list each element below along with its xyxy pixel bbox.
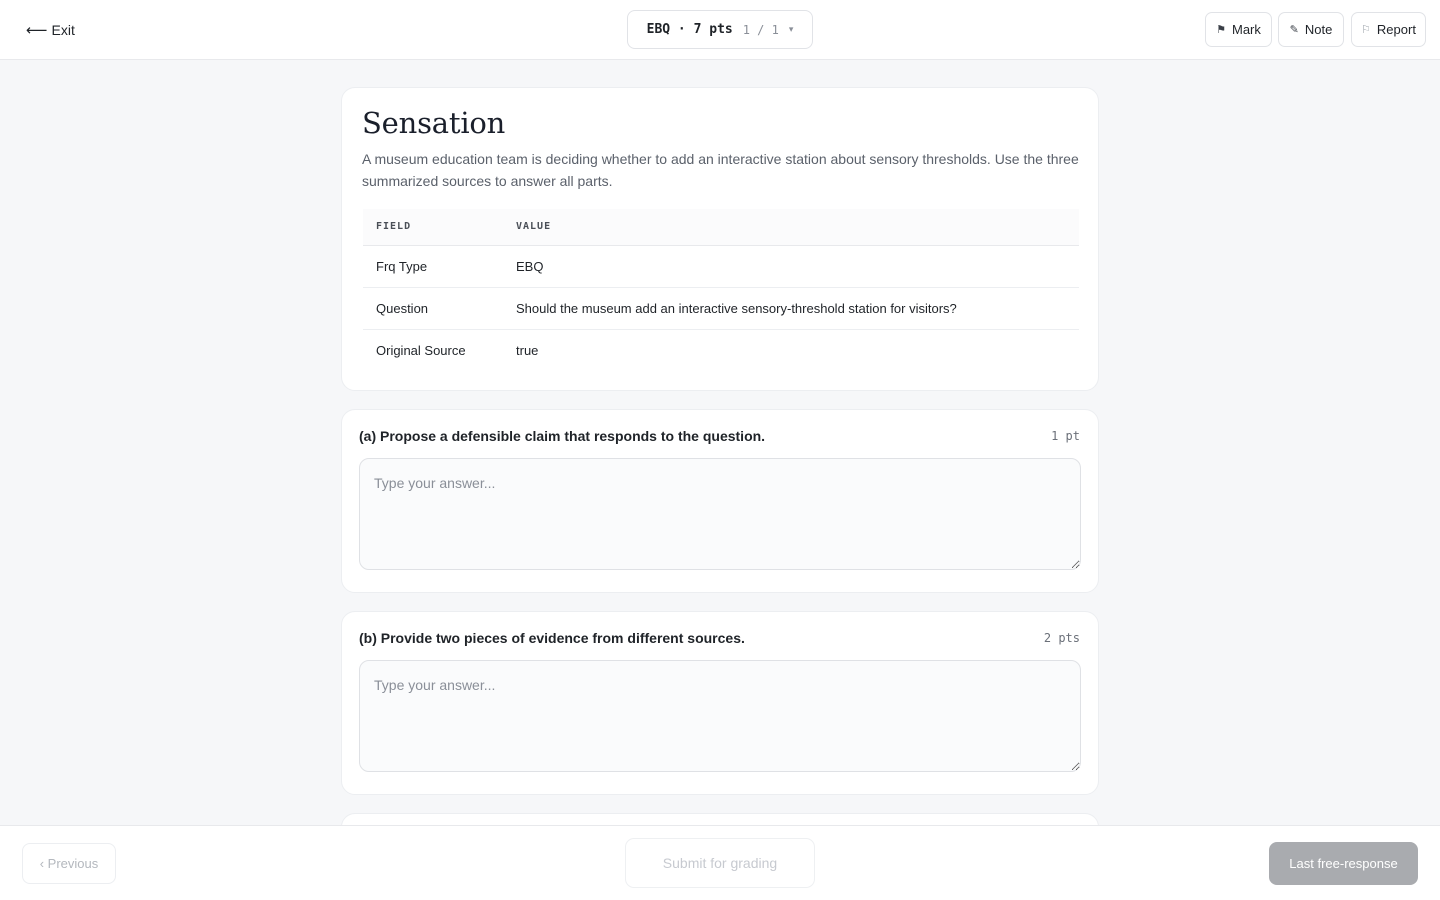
question-selector[interactable]: EBQ · 7 pts 1 / 1 ▾ — [627, 10, 813, 49]
exit-label: Exit — [51, 22, 75, 38]
table-row: Frq Type EBQ — [363, 245, 1079, 288]
column-header-field: FIELD — [363, 209, 503, 246]
mark-label: Mark — [1231, 22, 1261, 37]
submit-for-grading-button[interactable]: Submit for grading — [625, 838, 815, 888]
last-free-response-button[interactable]: Last free-response — [1269, 842, 1418, 885]
table-cell-value: true — [516, 342, 539, 358]
mark-button[interactable]: ⚑ Mark — [1205, 12, 1272, 47]
bottom-bar: ‹ Previous Submit for grading Last free-… — [0, 825, 1440, 900]
exit-button[interactable]: ⟵ Exit — [26, 19, 75, 41]
part-b-points: 2 pts — [1043, 631, 1080, 645]
prompt-card: Sensation A museum education team is dec… — [341, 87, 1099, 391]
part-a-title: (a) Propose a defensible claim that resp… — [359, 428, 766, 444]
previous-button[interactable]: ‹ Previous — [22, 843, 116, 884]
column-header-value: VALUE — [503, 209, 1079, 246]
flag-icon: ⚑ — [1216, 24, 1226, 36]
table-row: Original Source true — [363, 329, 1079, 371]
prompt-description: A museum education team is deciding whet… — [362, 151, 1079, 189]
part-a-card: (a) Propose a defensible claim that resp… — [341, 409, 1099, 593]
table-cell-field: Original Source — [376, 342, 466, 358]
part-a-answer-input[interactable] — [359, 458, 1081, 570]
table-header-row: FIELD VALUE — [363, 209, 1079, 246]
table-row: Question Should the museum add an intera… — [363, 287, 1079, 330]
part-b-title: (b) Provide two pieces of evidence from … — [359, 630, 745, 646]
flag-outline-icon: ⚐ — [1361, 24, 1371, 36]
metadata-table: FIELD VALUE Frq Type EBQ Question Should… — [363, 209, 1079, 371]
note-label: Note — [1304, 22, 1333, 37]
table-cell-value: Should the museum add an interactive sen… — [503, 287, 1079, 330]
report-button[interactable]: ⚐ Report — [1351, 12, 1426, 47]
part-a-points: 1 pt — [1051, 429, 1080, 443]
part-b-answer-input[interactable] — [359, 660, 1081, 772]
chevron-down-icon: ▾ — [788, 24, 794, 34]
top-bar: ⟵ Exit EBQ · 7 pts 1 / 1 ▾ ⚑ Mark ✎ Note… — [0, 0, 1440, 60]
table-cell-value: EBQ — [503, 245, 1079, 288]
table-cell-field: Question — [363, 287, 503, 330]
pencil-icon: ✎ — [1289, 24, 1299, 36]
part-b-card: (b) Provide two pieces of evidence from … — [341, 611, 1099, 795]
question-count: 1 / 1 — [742, 22, 779, 37]
arrow-left-icon: ⟵ — [26, 21, 48, 39]
table-cell-field: Frq Type — [363, 245, 503, 288]
page-title: Sensation — [362, 106, 506, 140]
question-label: EBQ · 7 pts — [646, 22, 733, 37]
report-label: Report — [1376, 22, 1416, 37]
note-button[interactable]: ✎ Note — [1278, 12, 1344, 47]
